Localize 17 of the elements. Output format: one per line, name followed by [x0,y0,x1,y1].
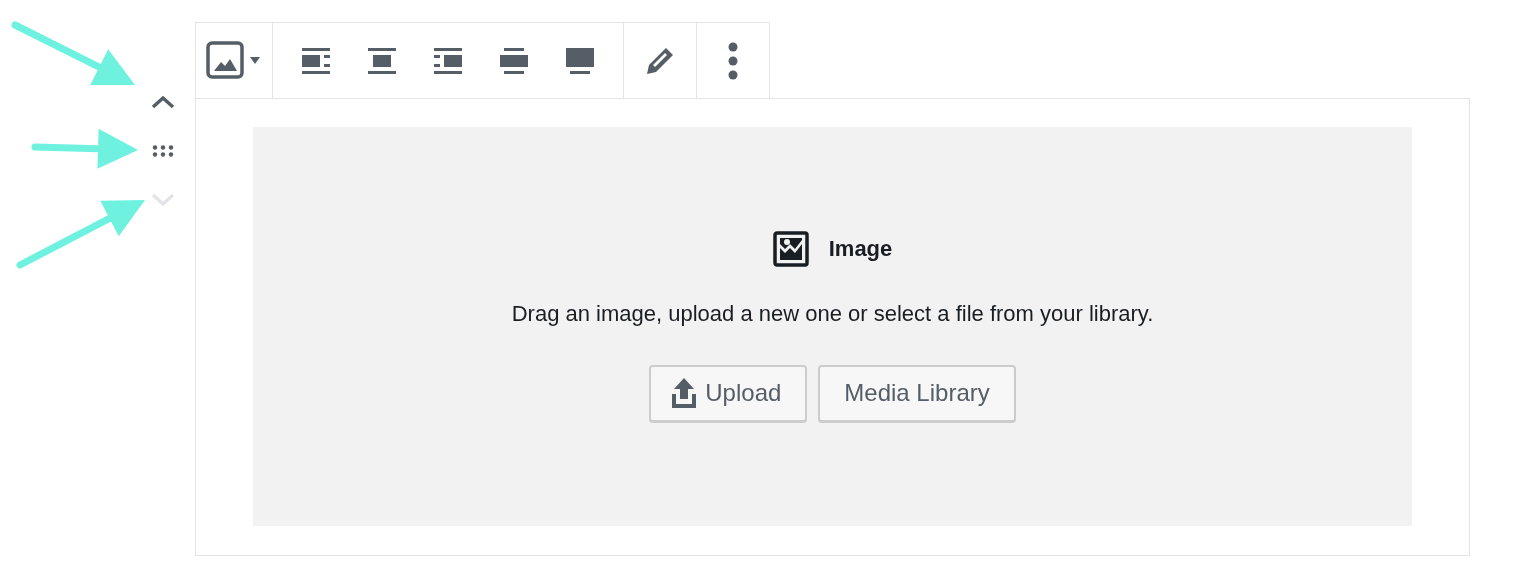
wide-width-icon [499,45,529,76]
placeholder-title: Image [828,235,893,262]
align-right-icon [433,45,463,76]
align-center-icon [367,45,397,76]
align-left-icon [301,45,331,76]
more-options-icon [728,41,738,80]
image-icon [772,230,809,267]
drag-handle-icon [152,145,174,157]
media-library-button[interactable]: Media Library [818,364,1016,423]
chevron-up-icon [151,95,175,109]
upload-button[interactable]: Upload [649,364,808,423]
full-width-icon [565,45,595,76]
image-icon [206,40,262,81]
placeholder-instructions: Drag an image, upload a new one or select a file from your library. [511,300,1154,327]
chevron-down-icon [151,193,175,207]
upload-icon [671,377,698,409]
pencil-icon [645,45,675,76]
